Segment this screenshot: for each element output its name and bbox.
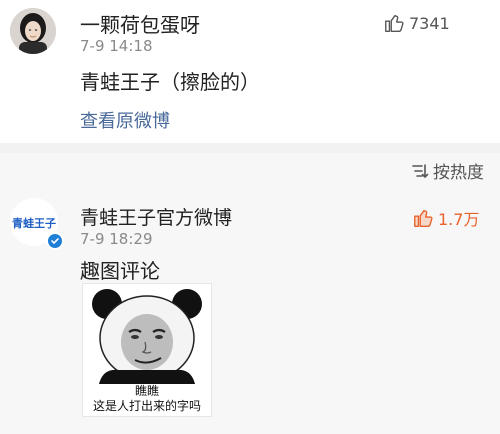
thumbs-up-filled-icon — [414, 209, 433, 227]
meme-caption-line2: 这是人打出来的字吗 — [92, 399, 201, 413]
avatar[interactable] — [10, 8, 56, 54]
avatar-photo — [10, 8, 56, 54]
verified-icon — [46, 232, 64, 250]
comment-username[interactable]: 一颗荷包蛋呀 — [80, 9, 200, 38]
meme-image[interactable]: 瞧瞧 这是人打出来的字吗 — [82, 283, 212, 417]
section-divider — [0, 143, 500, 153]
reply-text: 趣图评论 — [80, 259, 160, 283]
comment-like-count: 7341 — [409, 13, 450, 33]
comment-like-button[interactable]: 7341 — [383, 12, 450, 34]
reply-card — [0, 153, 500, 434]
sort-by-hot-button[interactable]: 按热度 — [411, 158, 484, 183]
reply-timestamp: 7-9 18:29 — [80, 230, 153, 248]
sort-label: 按热度 — [433, 163, 484, 183]
panda-meme-picture — [92, 289, 202, 384]
thumbs-up-icon — [385, 14, 404, 32]
comment-text: 青蛙王子（擦脸的） — [80, 70, 260, 94]
brand-logo-text: 青蛙王子 — [12, 216, 56, 230]
sort-icon — [412, 163, 429, 178]
reply-like-count: 1.7万 — [438, 210, 480, 229]
comment-timestamp: 7-9 14:18 — [80, 37, 153, 55]
reply-like-button[interactable]: 1.7万 — [412, 206, 479, 230]
meme-caption-line1: 瞧瞧 — [134, 384, 159, 398]
reply-username[interactable]: 青蛙王子官方微博 — [80, 203, 232, 230]
comment-card: 一颗荷包蛋呀 7-9 14:18 青蛙王子（擦脸的） 查看原微博 7341 — [0, 0, 500, 143]
view-original-weibo-link[interactable]: 查看原微博 — [80, 107, 170, 133]
